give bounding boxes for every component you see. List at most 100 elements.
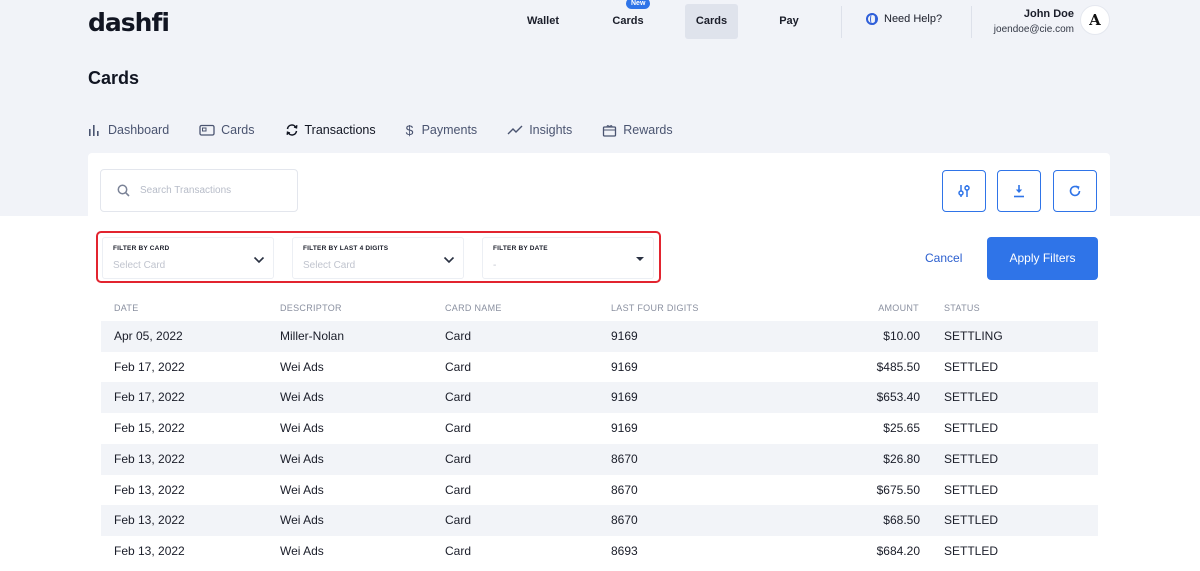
need-help-link[interactable]: Need Help? [866,13,942,25]
row-last-four: 9169 [611,329,638,343]
row-last-four: 8670 [611,483,638,497]
topnav-pay[interactable]: Pay [760,4,818,39]
gift-icon [603,124,617,137]
row-date: Feb 13, 2022 [114,513,185,527]
row-descriptor: Wei Ads [280,421,324,435]
subnav-payments[interactable]: $ Payments [406,121,478,139]
table-row[interactable]: Apr 05, 2022 Miller-Nolan Card 9169 $10.… [101,321,1098,352]
column-header-date[interactable]: DATE [114,303,139,313]
row-card-name: Card [445,421,472,435]
download-icon [1014,185,1024,198]
credit-card-icon [199,124,215,136]
subnav-insights-label: Insights [529,123,573,137]
chevron-down-icon [253,256,265,264]
row-descriptor: Wei Ads [280,390,324,404]
table-row[interactable]: Feb 15, 2022 Wei Ads Card 9169 $25.65 SE… [101,413,1098,444]
user-name: John Doe [1023,8,1074,20]
row-date: Feb 17, 2022 [114,390,185,404]
row-descriptor: Wei Ads [280,544,324,558]
table-row[interactable]: Feb 17, 2022 Wei Ads Card 9169 $485.50 S… [101,352,1098,383]
column-header-last-four[interactable]: LAST FOUR DIGITS [611,303,699,313]
search-input[interactable] [140,185,280,196]
filter-by-date-select[interactable]: FILTER BY DATE - [482,237,654,279]
row-status: SETTLED [944,390,999,404]
row-last-four: 8670 [611,513,638,527]
row-amount: $25.65 [883,421,920,435]
subnav-transactions-label: Transactions [304,123,376,137]
row-card-name: Card [445,483,472,497]
globe-icon [866,13,878,25]
row-amount: $10.00 [883,329,920,343]
filter-by-last4-select[interactable]: FILTER BY LAST 4 DIGITS Select Card [292,237,464,279]
row-descriptor: Wei Ads [280,513,324,527]
row-descriptor: Miller-Nolan [280,329,345,343]
subnav-payments-label: Payments [421,123,478,137]
table-row[interactable]: Feb 13, 2022 Wei Ads Card 8693 $684.20 S… [101,536,1098,567]
search-icon [117,184,130,197]
row-date: Feb 17, 2022 [114,360,185,374]
subnav-cards[interactable]: Cards [199,121,255,139]
caret-down-icon [636,257,644,261]
subnav-cards-label: Cards [221,123,255,137]
cancel-button[interactable]: Cancel [925,251,962,265]
table-row[interactable]: Feb 13, 2022 Wei Ads Card 8670 $26.80 SE… [101,444,1098,475]
search-box[interactable] [100,169,298,212]
row-status: SETTLED [944,483,999,497]
row-card-name: Card [445,452,472,466]
filter-by-card-label: FILTER BY CARD [113,245,170,252]
page-title: Cards [88,68,140,88]
filter-settings-button[interactable] [942,170,986,212]
dollar-icon: $ [405,122,414,138]
avatar[interactable]: A [1080,5,1110,35]
row-status: SETTLED [944,544,999,558]
topnav-cards-new[interactable]: Cards New [598,0,658,39]
column-header-card-name[interactable]: CARD NAME [445,303,502,313]
user-email: joendoe@cie.com [993,24,1074,35]
row-last-four: 8693 [611,544,638,558]
row-descriptor: Wei Ads [280,483,324,497]
subnav-dashboard-label: Dashboard [108,123,170,137]
row-date: Apr 05, 2022 [114,329,183,343]
row-date: Feb 13, 2022 [114,452,185,466]
refresh-icon [1069,185,1081,197]
filter-by-last4-label: FILTER BY LAST 4 DIGITS [303,245,389,252]
subnav-dashboard[interactable]: Dashboard [88,121,169,139]
subnav-rewards[interactable]: Rewards [602,121,673,139]
topnav-cards-new-label: Cards [612,15,644,27]
row-last-four: 9169 [611,390,638,404]
row-amount: $485.50 [876,360,920,374]
topnav-cards[interactable]: Cards [685,4,738,39]
transactions-icon [286,124,297,136]
apply-filters-button[interactable]: Apply Filters [987,237,1098,280]
row-last-four: 8670 [611,452,638,466]
row-date: Feb 13, 2022 [114,544,185,558]
filter-by-date-value: - [493,260,497,271]
row-amount: $684.20 [876,544,920,558]
bar-chart-icon [89,125,99,136]
filter-by-card-select[interactable]: FILTER BY CARD Select Card [102,237,274,279]
row-last-four: 9169 [611,360,638,374]
row-card-name: Card [445,360,472,374]
row-descriptor: Wei Ads [280,360,324,374]
filter-by-card-value: Select Card [113,260,166,271]
subnav-transactions[interactable]: Transactions [285,121,376,139]
row-date: Feb 13, 2022 [114,483,185,497]
table-row[interactable]: Feb 13, 2022 Wei Ads Card 8670 $675.50 S… [101,475,1098,506]
topnav-wallet[interactable]: Wallet [512,4,574,39]
column-header-status[interactable]: STATUS [944,303,980,313]
column-header-descriptor[interactable]: DESCRIPTOR [280,303,342,313]
sliders-icon [958,185,970,197]
row-amount: $26.80 [883,452,920,466]
table-row[interactable]: Feb 13, 2022 Wei Ads Card 8670 $68.50 SE… [101,505,1098,536]
row-status: SETTLED [944,421,999,435]
row-status: SETTLED [944,360,999,374]
row-card-name: Card [445,390,472,404]
dashfi-logo[interactable]: dashfi [88,8,170,37]
subnav-insights[interactable]: Insights [507,121,572,139]
download-button[interactable] [997,170,1041,212]
refresh-button[interactable] [1053,170,1097,212]
nav-divider [841,6,842,38]
table-row[interactable]: Feb 17, 2022 Wei Ads Card 9169 $653.40 S… [101,382,1098,413]
column-header-amount[interactable]: AMOUNT [800,303,919,313]
filter-by-date-label: FILTER BY DATE [493,245,548,252]
